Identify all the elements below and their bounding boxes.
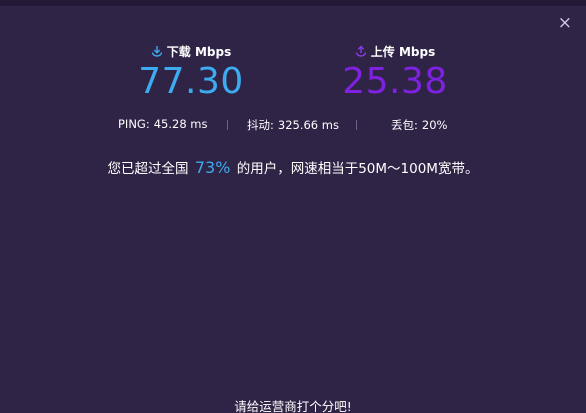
close-button[interactable]: × [558, 15, 572, 32]
summary-suffix: 的用户，网速相当于50M～100M宽带。 [236, 161, 479, 177]
speed-summary: 您已超过全国 73% 的用户，网速相当于50M～100M宽带。 [0, 157, 586, 177]
jitter-label: 抖动: [247, 118, 274, 132]
speed-test-result-panel: × 下载 Mbps 77.30 上传 Mbps 25.38 PING: 45.2… [0, 0, 586, 413]
packet-loss-stat: 丢包: 20% [391, 117, 447, 133]
percentile-value: 73% [194, 158, 231, 177]
jitter-stat: 抖动: 325.66 ms [247, 117, 339, 133]
ping-stat: PING: 45.28 ms [118, 117, 208, 131]
download-label: 下载 Mbps [166, 44, 232, 59]
upload-icon [355, 45, 367, 57]
packet-loss-label: 丢包: [391, 118, 418, 132]
upload-header: 上传 Mbps [310, 42, 480, 60]
stat-divider [227, 120, 228, 130]
download-icon [151, 45, 163, 57]
download-speed-value: 77.30 [138, 61, 244, 102]
ping-label: PING: [118, 117, 150, 131]
packet-loss-value: 20% [421, 118, 448, 132]
jitter-value: 325.66 ms [277, 118, 339, 132]
upload-speed-value: 25.38 [342, 61, 448, 102]
stat-divider [356, 120, 357, 130]
rate-provider-prompt[interactable]: 请给运营商打个分吧! [0, 396, 586, 413]
download-metric: 下载 Mbps 77.30 [106, 42, 276, 101]
ping-value: 45.28 ms [153, 117, 208, 131]
upload-label: 上传 Mbps [370, 44, 436, 59]
upload-metric: 上传 Mbps 25.38 [310, 42, 480, 101]
summary-prefix: 您已超过全国 [107, 161, 189, 177]
download-header: 下载 Mbps [106, 42, 276, 60]
